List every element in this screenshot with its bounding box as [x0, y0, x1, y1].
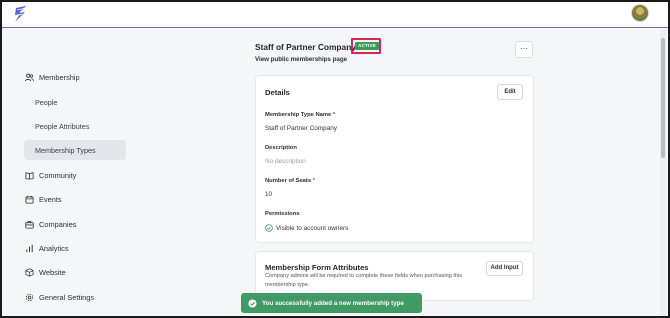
form-attributes-description: Company admins will be required to compl…	[265, 273, 463, 288]
sidebar-item-label: Community	[39, 171, 77, 180]
status-badge: ACTIVE	[355, 42, 380, 50]
form-attributes-title: Membership Form Attributes	[265, 263, 369, 272]
page-title: Staff of Partner Company	[255, 42, 356, 52]
gear-icon	[25, 293, 34, 302]
description-value: No description	[265, 158, 306, 165]
field-label-name: Membership Type Name *	[265, 112, 335, 118]
required-mark: *	[332, 112, 336, 118]
sidebar-item-people[interactable]: People	[35, 98, 57, 107]
more-options-button[interactable]: ···	[515, 41, 533, 58]
add-input-button[interactable]: Add Input	[486, 261, 523, 276]
sidebar: Membership People People Attributes Memb…	[0, 29, 230, 316]
permission-item: Visible to account owners	[265, 224, 348, 232]
sidebar-item-label: Events	[39, 195, 62, 204]
field-label-seats: Number of Seats *	[265, 178, 315, 184]
sidebar-item-analytics[interactable]: Analytics	[25, 244, 69, 253]
calendar-icon	[25, 195, 34, 204]
sidebar-item-label: Companies	[39, 220, 77, 229]
sidebar-item-label: Membership Types	[35, 146, 96, 155]
sidebar-item-label: Analytics	[39, 244, 69, 253]
field-label-text: Membership Type Name	[265, 112, 332, 118]
membership-type-name-value: Staff of Partner Company	[265, 125, 337, 132]
success-toast: You successfully added a new membership …	[241, 293, 422, 313]
sidebar-item-label: General Settings	[39, 293, 95, 302]
check-circle-icon	[248, 298, 257, 308]
sidebar-item-membership-types[interactable]: Membership Types	[35, 146, 96, 155]
sidebar-item-website[interactable]: Website	[25, 268, 66, 277]
lightning-logo-icon[interactable]	[12, 5, 30, 23]
permission-text: Visible to account owners	[276, 224, 349, 232]
sidebar-item-label: Membership	[39, 73, 80, 82]
sidebar-item-people-attributes[interactable]: People Attributes	[35, 122, 89, 131]
briefcase-icon	[25, 220, 34, 229]
required-mark: *	[312, 178, 315, 184]
seats-value: 10	[265, 191, 273, 198]
user-avatar[interactable]	[631, 4, 649, 22]
sidebar-item-label: People	[35, 98, 58, 107]
field-label-text: Number of Seats	[265, 178, 312, 184]
cube-icon	[25, 268, 34, 277]
bar-chart-icon	[25, 244, 34, 253]
field-label-permissions: Permissions	[265, 211, 300, 217]
edit-button[interactable]: Edit	[497, 84, 523, 100]
book-icon	[25, 171, 34, 180]
details-title: Details	[265, 88, 290, 97]
public-memberships-link[interactable]: View public memberships page	[255, 56, 347, 63]
field-label-description: Description	[265, 145, 297, 151]
sidebar-item-general-settings[interactable]: General Settings	[25, 293, 94, 302]
top-bar	[0, 0, 670, 28]
sidebar-item-events[interactable]: Events	[25, 195, 62, 204]
sidebar-item-membership[interactable]: Membership	[25, 73, 80, 82]
sidebar-item-community[interactable]: Community	[25, 171, 76, 180]
check-circle-icon	[265, 224, 273, 232]
toast-message: You successfully added a new membership …	[262, 299, 404, 307]
scrollbar-thumb[interactable]	[661, 38, 665, 158]
sidebar-item-label: People Attributes	[35, 122, 90, 131]
users-icon	[25, 73, 34, 82]
sidebar-item-companies[interactable]: Companies	[25, 220, 76, 229]
sidebar-item-label: Website	[39, 268, 66, 277]
